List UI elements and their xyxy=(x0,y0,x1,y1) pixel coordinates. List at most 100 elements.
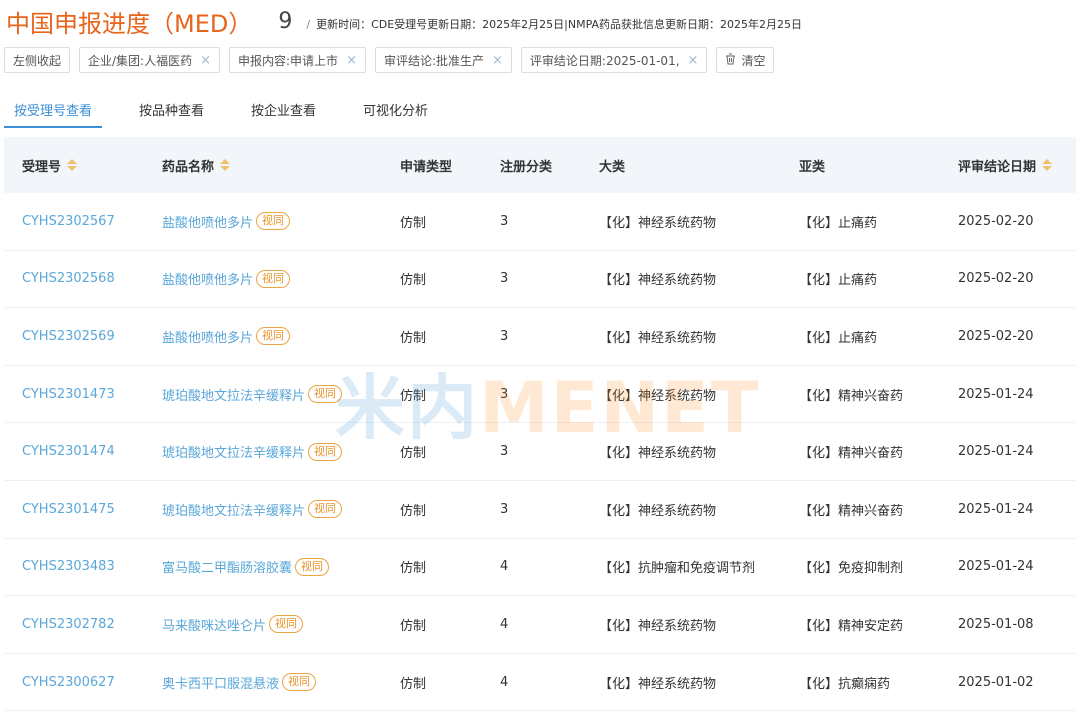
application-type: 仿制 xyxy=(400,503,427,519)
column-header-date[interactable]: 评审结论日期 xyxy=(958,156,1076,175)
drug-name-link[interactable]: 马来酸咪达唑仑片 xyxy=(162,615,266,634)
main-category: 【化】神经系统药物 xyxy=(599,388,717,404)
application-type: 仿制 xyxy=(400,215,427,231)
close-icon[interactable]: × xyxy=(492,53,503,68)
acceptance-code-link[interactable]: CYHS2302569 xyxy=(4,329,162,344)
table-row: CYHS2301475 琥珀酸地文拉法辛缓释片 视同 仿制 3 【化】神经系统药物 【化】精… xyxy=(4,481,1076,539)
filter-tag-label: 企业/集团:人福医药 xyxy=(88,53,193,68)
acceptance-code-link[interactable]: CYHS2302568 xyxy=(4,271,162,286)
filter-bar: 左侧收起 企业/集团:人福医药 × 申报内容:申请上市 × 审评结论:批准生产 … xyxy=(4,47,775,73)
column-header-reg: 注册分类 xyxy=(500,159,553,175)
drug-name-link[interactable]: 盐酸他喷他多片 xyxy=(162,269,253,288)
acceptance-code-link[interactable]: CYHS2301473 xyxy=(4,387,162,402)
collapse-sidebar-button[interactable]: 左侧收起 xyxy=(4,47,71,73)
equivalence-badge: 视同 xyxy=(256,212,291,231)
update-info: / 更新时间：CDE受理号更新日期：2025年2月25日|NMPA药品获批信息更新… xyxy=(306,16,802,32)
drug-cell: 富马酸二甲酯肠溶胶囊 视同 xyxy=(162,557,400,576)
drug-cell: 盐酸他喷他多片 视同 xyxy=(162,327,400,346)
equivalence-badge: 视同 xyxy=(295,557,330,576)
drug-cell: 奥卡西平口服混悬液 视同 xyxy=(162,673,400,692)
conclusion-date: 2025-01-24 xyxy=(958,444,1034,460)
page-title: 中国申报进度（MED） xyxy=(6,9,253,38)
equivalence-badge: 视同 xyxy=(308,500,343,519)
sort-icon[interactable] xyxy=(67,159,78,171)
drug-cell: 琥珀酸地文拉法辛缓释片 视同 xyxy=(162,500,400,519)
column-header-drug[interactable]: 药品名称 xyxy=(162,156,400,175)
close-icon[interactable]: × xyxy=(200,53,211,68)
tab-by-variety[interactable]: 按品种查看 xyxy=(129,94,214,126)
sub-category: 【化】免疫抑制剂 xyxy=(799,561,904,577)
sort-icon[interactable] xyxy=(1042,159,1053,171)
application-type: 仿制 xyxy=(400,273,427,289)
sub-category: 【化】止痛药 xyxy=(799,330,878,346)
close-icon[interactable]: × xyxy=(688,53,699,68)
equivalence-badge: 视同 xyxy=(269,615,304,634)
application-type: 仿制 xyxy=(400,330,427,346)
acceptance-code-link[interactable]: CYHS2301474 xyxy=(4,444,162,459)
view-tabs: 按受理号查看 按品种查看 按企业查看 可视化分析 xyxy=(4,94,1076,128)
sort-icon[interactable] xyxy=(220,159,231,171)
registration-class: 3 xyxy=(500,386,509,402)
filter-tag-content[interactable]: 申报内容:申请上市 × xyxy=(229,47,366,73)
conclusion-date: 2025-02-20 xyxy=(958,213,1034,229)
tab-by-company[interactable]: 按企业查看 xyxy=(241,94,326,126)
filter-tag-conclusion[interactable]: 审评结论:批准生产 × xyxy=(374,47,512,73)
trash-icon xyxy=(725,53,736,68)
clear-filters-button[interactable]: 清空 xyxy=(716,47,775,73)
column-header-code[interactable]: 受理号 xyxy=(4,156,162,175)
drug-name-link[interactable]: 琥珀酸地文拉法辛缓释片 xyxy=(162,442,305,461)
registration-class: 3 xyxy=(500,501,509,517)
registration-class: 4 xyxy=(500,559,509,575)
acceptance-code-link[interactable]: CYHS2302782 xyxy=(4,617,162,632)
table-row: CYHS2302569 盐酸他喷他多片 视同 仿制 3 【化】神经系统药物 【化】止痛药 20… xyxy=(4,308,1076,366)
conclusion-date: 2025-02-20 xyxy=(958,271,1034,287)
sub-category: 【化】精神兴奋药 xyxy=(799,503,904,519)
tab-visual-analysis[interactable]: 可视化分析 xyxy=(353,94,438,126)
drug-cell: 盐酸他喷他多片 视同 xyxy=(162,269,400,288)
conclusion-date: 2025-01-08 xyxy=(958,616,1034,632)
application-type: 仿制 xyxy=(400,561,427,577)
filter-tag-label: 评审结论日期:2025-01-01, xyxy=(529,53,680,68)
table-row: CYHS2302568 盐酸他喷他多片 视同 仿制 3 【化】神经系统药物 【化】止痛药 20… xyxy=(4,251,1076,309)
column-header-label: 受理号 xyxy=(22,159,62,175)
tab-by-acceptance[interactable]: 按受理号查看 xyxy=(4,94,103,128)
registration-class: 3 xyxy=(500,271,509,287)
results-table: 受理号 药品名称 申请类型 注册分类 大类 亚类 评审结论日期 CYHS2302… xyxy=(4,137,1076,712)
drug-name-link[interactable]: 琥珀酸地文拉法辛缓释片 xyxy=(162,500,305,519)
registration-class: 4 xyxy=(500,674,509,690)
application-type: 仿制 xyxy=(400,388,427,404)
filter-tag-company[interactable]: 企业/集团:人福医药 × xyxy=(79,47,221,73)
column-header-label: 药品名称 xyxy=(162,159,215,175)
drug-name-link[interactable]: 盐酸他喷他多片 xyxy=(162,212,253,231)
clear-label: 清空 xyxy=(741,53,766,68)
acceptance-code-link[interactable]: CYHS2302567 xyxy=(4,214,162,229)
drug-name-link[interactable]: 盐酸他喷他多片 xyxy=(162,327,253,346)
acceptance-code-link[interactable]: CYHS2300627 xyxy=(4,675,162,690)
close-icon[interactable]: × xyxy=(346,53,357,68)
registration-class: 4 xyxy=(500,616,509,632)
filter-tag-date[interactable]: 评审结论日期:2025-01-01, × xyxy=(520,47,708,73)
column-header-label: 评审结论日期 xyxy=(958,159,1037,175)
acceptance-code-link[interactable]: CYHS2303483 xyxy=(4,559,162,574)
column-header-type: 申请类型 xyxy=(400,159,453,175)
conclusion-date: 2025-01-02 xyxy=(958,674,1034,690)
equivalence-badge: 视同 xyxy=(282,673,317,692)
table-row: CYHS2301473 琥珀酸地文拉法辛缓释片 视同 仿制 3 【化】神经系统药物 【化】精… xyxy=(4,366,1076,424)
drug-name-link[interactable]: 奥卡西平口服混悬液 xyxy=(162,673,279,692)
sub-category: 【化】精神兴奋药 xyxy=(799,388,904,404)
acceptance-code-link[interactable]: CYHS2301475 xyxy=(4,502,162,517)
drug-name-link[interactable]: 富马酸二甲酯肠溶胶囊 xyxy=(162,557,292,576)
equivalence-badge: 视同 xyxy=(308,385,343,404)
application-type: 仿制 xyxy=(400,618,427,634)
column-header-subcategory: 亚类 xyxy=(799,159,826,175)
conclusion-date: 2025-01-24 xyxy=(958,386,1034,402)
main-category: 【化】神经系统药物 xyxy=(599,503,717,519)
drug-name-link[interactable]: 琥珀酸地文拉法辛缓释片 xyxy=(162,385,305,404)
column-header-category: 大类 xyxy=(599,159,626,175)
main-category: 【化】抗肿瘤和免疫调节剂 xyxy=(599,561,756,577)
main-category: 【化】神经系统药物 xyxy=(599,330,717,346)
drug-cell: 马来酸咪达唑仑片 视同 xyxy=(162,615,400,634)
sub-category: 【化】抗癫痫药 xyxy=(799,676,891,692)
main-category: 【化】神经系统药物 xyxy=(599,618,717,634)
sub-category: 【化】止痛药 xyxy=(799,215,878,231)
